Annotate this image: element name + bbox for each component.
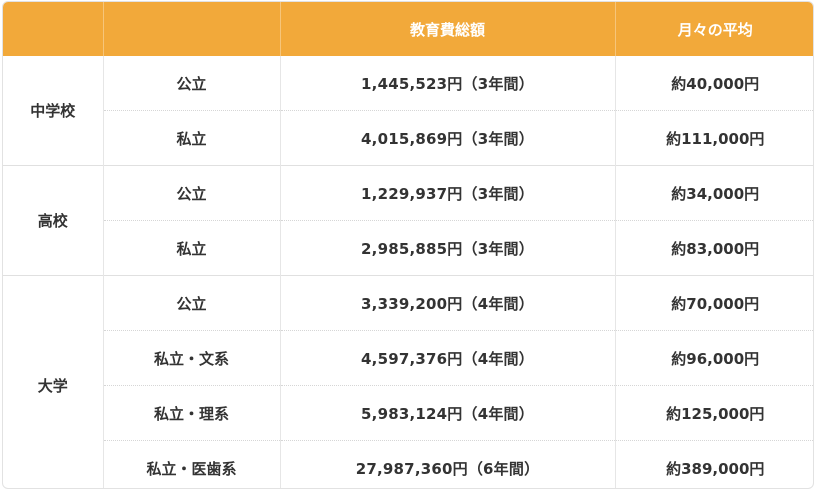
table-row: 高校 公立 1,229,937円（3年間） 約34,000円	[3, 165, 813, 276]
total-cost: 3,339,200円（4年間）	[279, 275, 615, 331]
monthly-average: 約40,000円	[614, 56, 813, 111]
total-cost: 1,445,523円（3年間）	[279, 56, 615, 111]
total-cost: 27,987,360円（6年間）	[279, 440, 615, 488]
school-type: 私立	[102, 110, 280, 166]
monthly-average: 約70,000円	[614, 275, 813, 331]
table-row: 私立・医歯系 27,987,360円（6年間） 約389,000円	[3, 440, 813, 488]
table-row: 私立・理系 5,983,124円（4年間） 約125,000円	[3, 385, 813, 441]
table-row: 中学校 公立 1,445,523円（3年間） 約40,000円	[3, 56, 813, 120]
school-type: 私立	[102, 220, 280, 276]
header-type-cell	[102, 2, 280, 56]
school-type: 私立・医歯系	[102, 440, 280, 488]
school-type: 私立・文系	[102, 330, 280, 386]
total-cost: 4,015,869円（3年間）	[279, 110, 615, 166]
header-level-cell	[3, 2, 103, 56]
header-monthly-average: 月々の平均	[614, 2, 813, 56]
cost-table: 教育費総額 月々の平均 中学校 公立 1,445,523円（3年間） 約40,0…	[3, 2, 813, 488]
school-level-university: 大学	[3, 275, 103, 488]
monthly-average: 約34,000円	[614, 165, 813, 221]
table-row: 大学 公立 3,339,200円（4年間） 約70,000円	[3, 275, 813, 488]
school-level-junior-high: 中学校	[30, 102, 76, 120]
school-type: 公立	[102, 165, 280, 221]
total-cost: 2,985,885円（3年間）	[279, 220, 615, 276]
school-type: 公立	[102, 275, 280, 331]
table-row: 私立 4,015,869円（3年間） 約111,000円	[3, 110, 813, 166]
education-cost-table: 教育費総額 月々の平均 中学校 公立 1,445,523円（3年間） 約40,0…	[2, 1, 814, 489]
school-type: 公立	[102, 56, 280, 111]
total-cost: 5,983,124円（4年間）	[279, 385, 615, 441]
school-level-high-school: 高校	[3, 165, 103, 276]
table-header: 教育費総額 月々の平均	[3, 2, 813, 56]
monthly-average: 約111,000円	[614, 110, 813, 166]
total-cost: 4,597,376円（4年間）	[279, 330, 615, 386]
monthly-average: 約125,000円	[614, 385, 813, 441]
monthly-average: 約389,000円	[614, 440, 813, 488]
header-total-cost: 教育費総額	[279, 2, 615, 56]
header-row: 教育費総額 月々の平均	[3, 2, 813, 56]
total-cost: 1,229,937円（3年間）	[279, 165, 615, 221]
monthly-average: 約83,000円	[614, 220, 813, 276]
table-row: 私立・文系 4,597,376円（4年間） 約96,000円	[3, 330, 813, 386]
monthly-average: 約96,000円	[614, 330, 813, 386]
table-row: 私立 2,985,885円（3年間） 約83,000円	[3, 220, 813, 276]
table-body: 中学校 公立 1,445,523円（3年間） 約40,000円 私立 4,015…	[3, 56, 813, 488]
school-type: 私立・理系	[102, 385, 280, 441]
